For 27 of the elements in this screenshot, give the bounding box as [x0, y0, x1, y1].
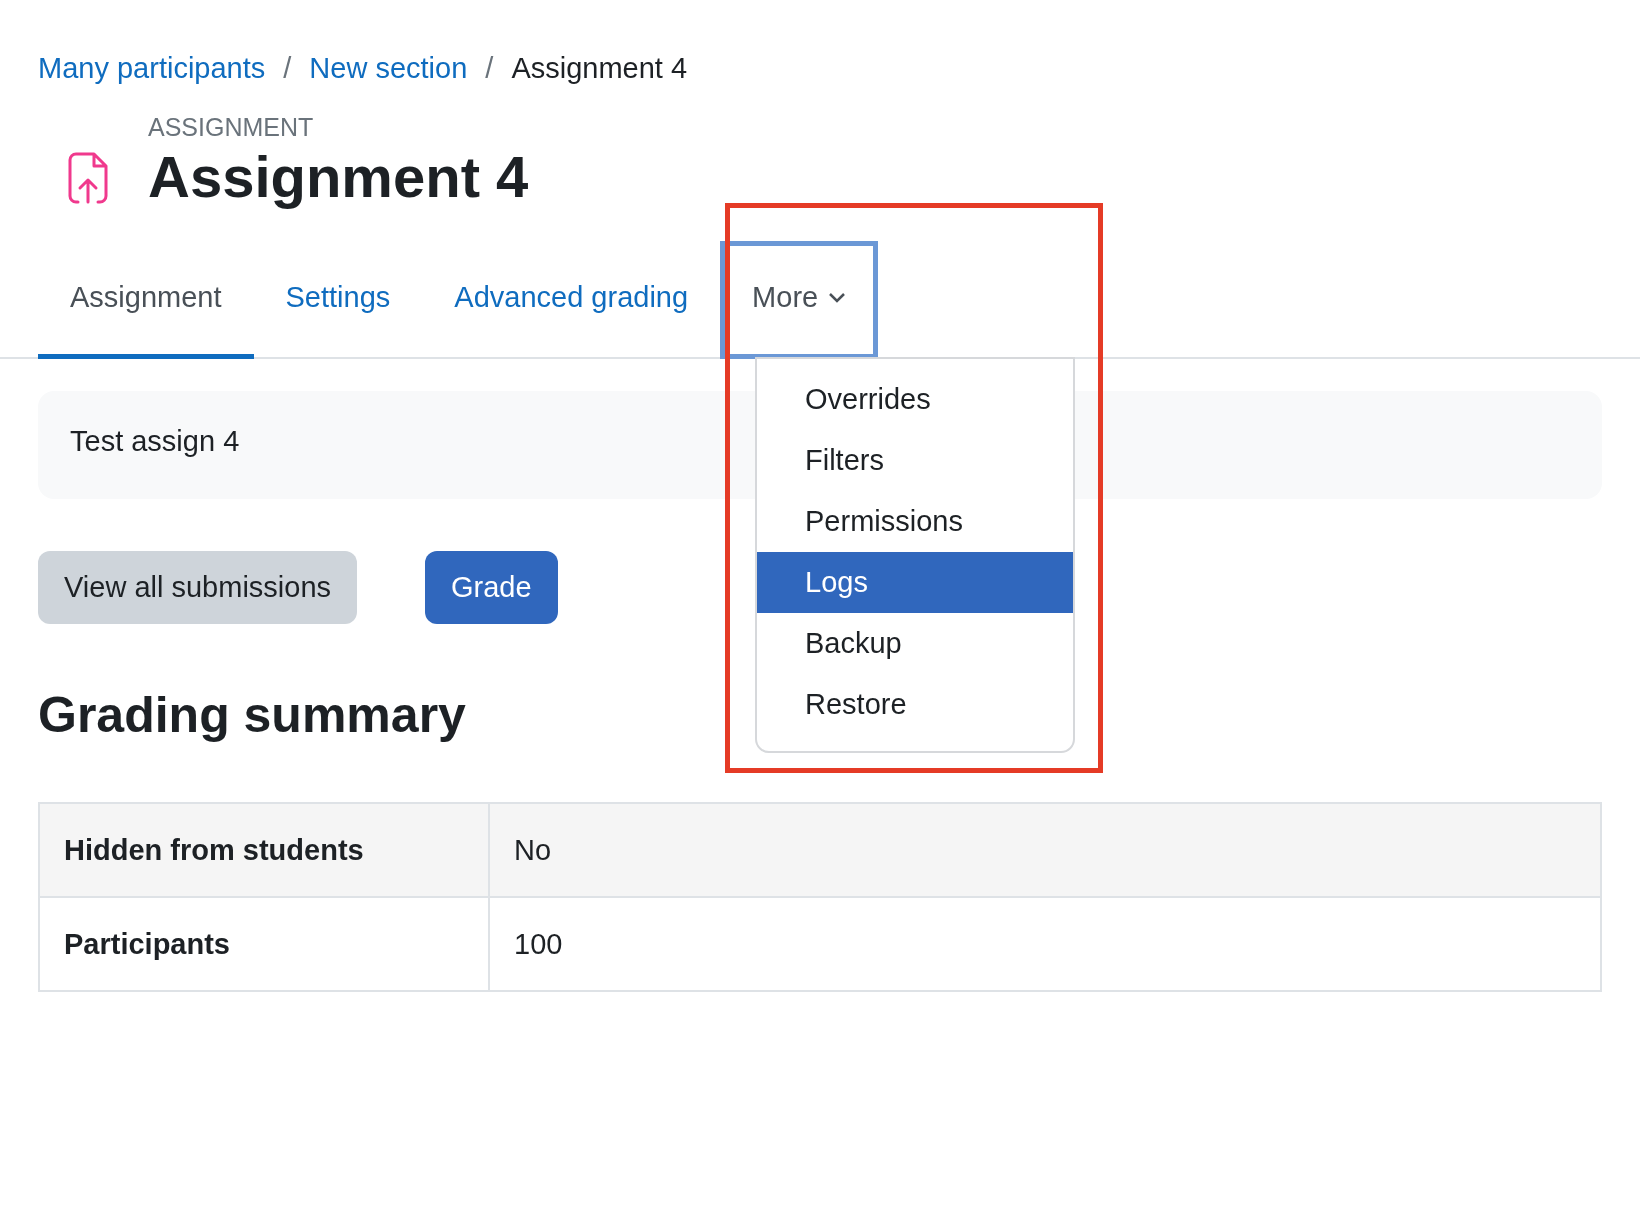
breadcrumb-separator: /	[283, 51, 292, 85]
menu-item[interactable]: Backup	[757, 613, 1073, 675]
more-menu-tab[interactable]: More	[720, 241, 879, 360]
nav-tab[interactable]: Advanced grading	[422, 241, 721, 360]
row-label: Hidden from students	[39, 803, 489, 898]
menu-item[interactable]: Permissions	[757, 491, 1073, 553]
file-upload-icon	[68, 152, 108, 204]
menu-item[interactable]: Filters	[757, 430, 1073, 492]
nav-tab[interactable]: Settings	[253, 241, 423, 360]
row-value: 100	[489, 897, 1601, 992]
row-value: No	[489, 803, 1601, 898]
breadcrumb-current[interactable]: Assignment 4	[511, 51, 688, 85]
section-heading: Grading summary	[38, 686, 466, 745]
row-label: Participants	[39, 897, 489, 992]
breadcrumb-separator: /	[485, 51, 494, 85]
menu-item[interactable]: Restore	[757, 674, 1073, 736]
breadcrumb-link[interactable]: New section	[309, 51, 468, 85]
nav-tab[interactable]: Assignment	[38, 241, 254, 360]
grade-button[interactable]: Grade	[425, 551, 558, 625]
page-title: Assignment 4	[148, 142, 529, 211]
menu-item[interactable]: Overrides	[757, 369, 1073, 431]
menu-item[interactable]: Logs	[757, 552, 1073, 614]
activity-type-label: ASSIGNMENT	[148, 114, 315, 142]
description-text: Test assign 4	[70, 425, 240, 458]
breadcrumb-link[interactable]: Many participants	[38, 51, 266, 85]
view-submissions-button[interactable]: View all submissions	[38, 551, 358, 625]
chevron-down-icon	[828, 291, 847, 304]
